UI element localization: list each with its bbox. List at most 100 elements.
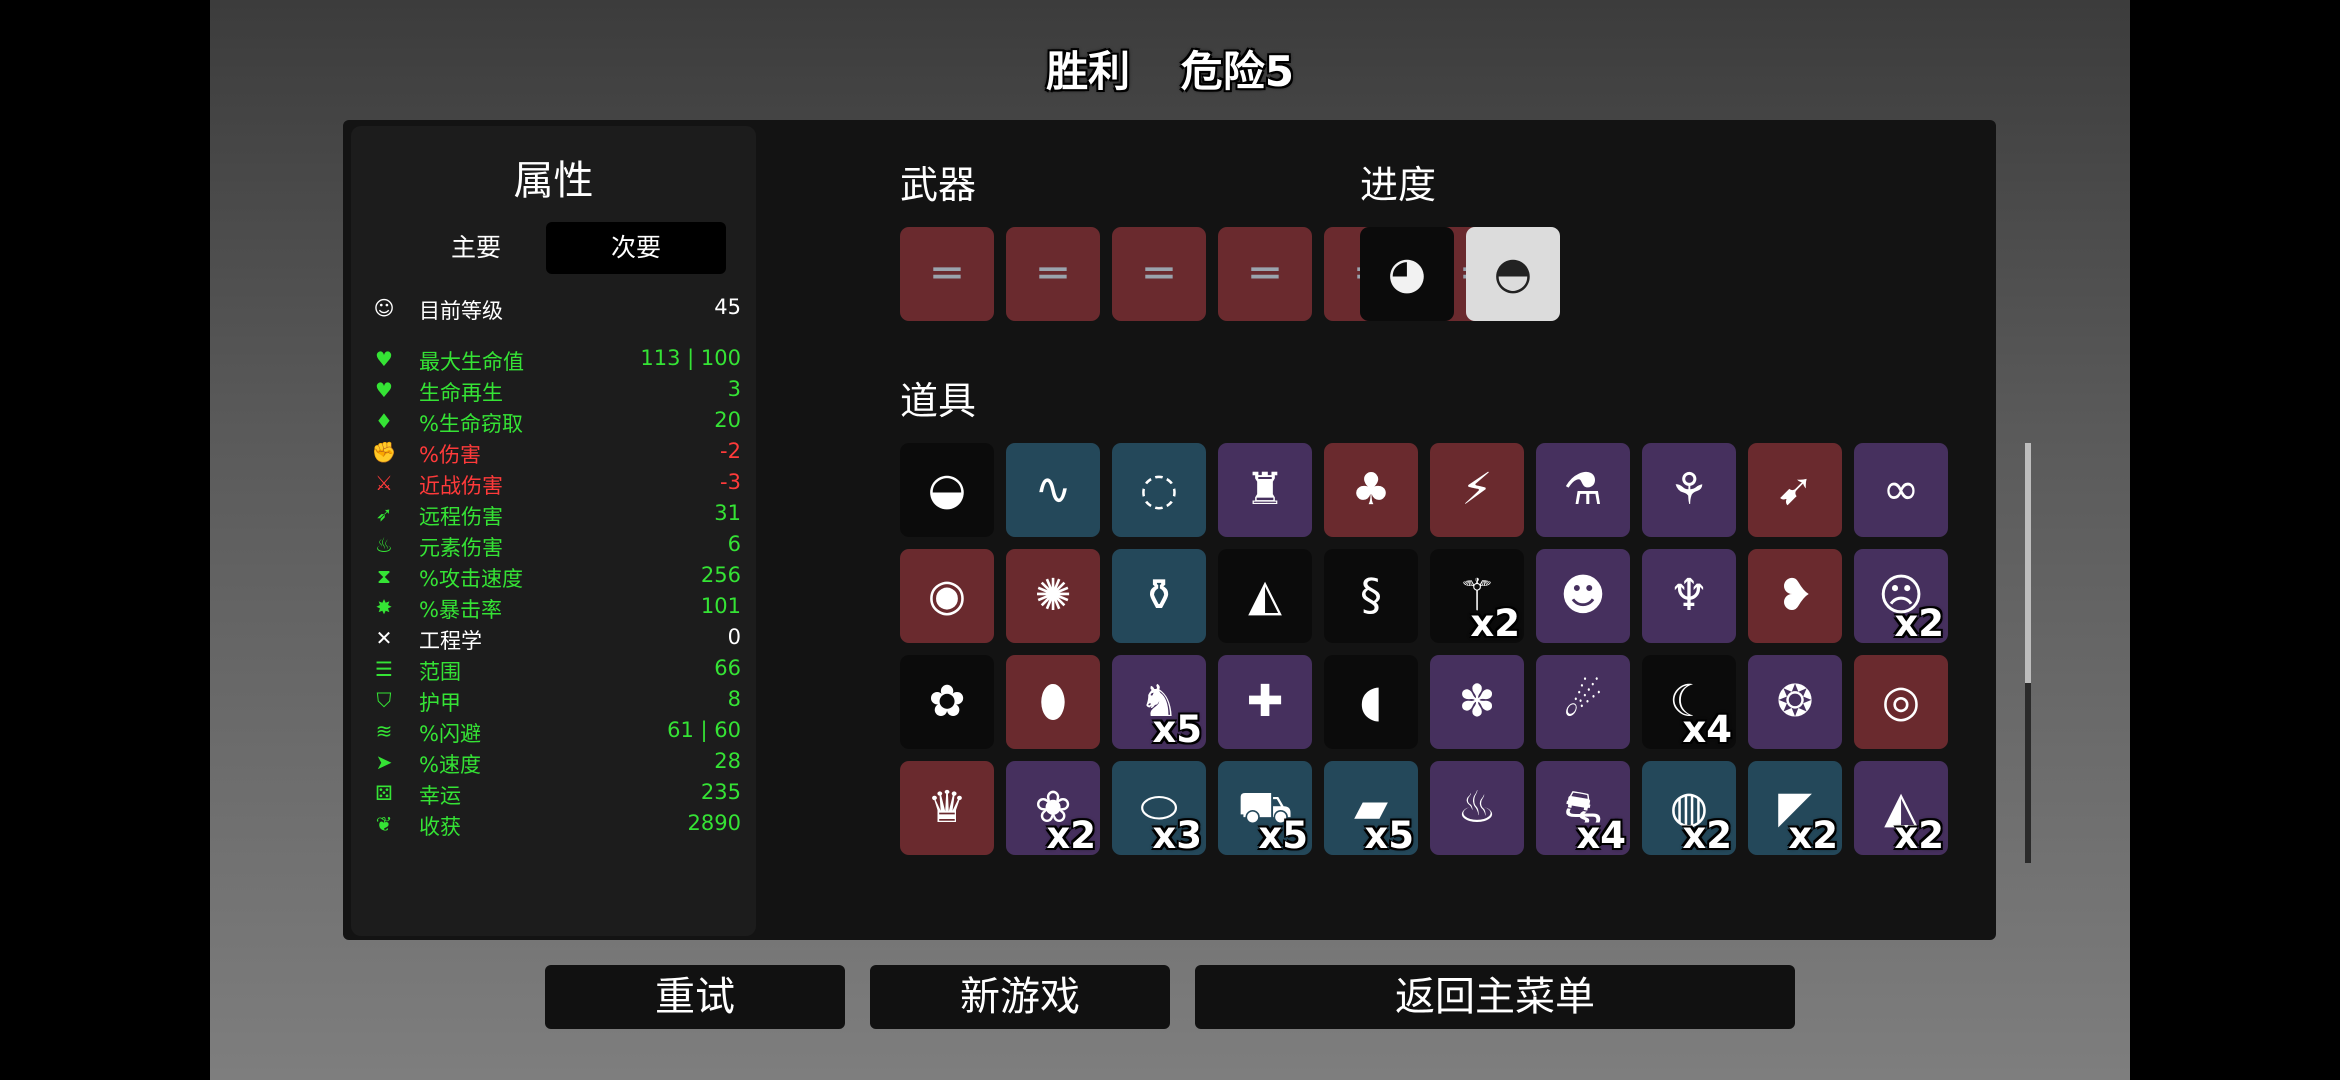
stat-label: %速度 [419,753,481,777]
stat-value: 66 [714,656,741,680]
item-slot[interactable]: ⚱ [1112,549,1206,643]
items-title: 道具 [900,379,977,423]
stat-value: 45 [714,295,741,319]
stat-value: 61 | 60 [667,718,741,742]
item-slot[interactable]: ═ [900,227,994,321]
item-slot[interactable]: ⛟ x5 [1218,761,1312,857]
item-slot[interactable]: ❥ [1748,549,1842,643]
heart-icon: ♥ [375,347,393,371]
item-slot[interactable]: ♞ x5 [1112,655,1206,751]
cake-slice-icon: ◭ [1248,570,1282,621]
scrollbar-thumb[interactable] [2025,443,2031,683]
new-game-button[interactable]: 新游戏 [870,965,1170,1029]
item-slot[interactable]: ◭ x2 [1854,761,1948,857]
stat-label: 生命再生 [419,381,503,405]
item-slot[interactable]: ☾ x4 [1642,655,1736,751]
item-slot[interactable]: ◓ [1466,227,1560,321]
fist-icon: ✊ [371,440,397,464]
item-slot[interactable]: ❀ x2 [1006,761,1100,857]
item-slot[interactable]: ◍ x2 [1642,761,1736,857]
item-slot[interactable]: ◌ [1112,443,1206,537]
item-slot[interactable]: ◒ [900,443,994,537]
stat-row: ⚄ 幸运 235 [371,777,741,808]
item-slot[interactable]: ☹ x2 [1854,549,1948,645]
stat-label: 目前等级 [419,299,503,323]
stomach-icon: ❥ [1776,570,1814,621]
item-slot[interactable]: ♆ [1642,549,1736,643]
stat-row: ⛉ 护甲 8 [371,684,742,715]
stat-label: %闪避 [419,722,481,746]
stat-row: ≋ %闪避 61 | 60 [371,715,741,746]
item-slot[interactable]: ⬮ [1006,655,1100,749]
item-slot[interactable]: ∿ [1006,443,1100,537]
item-slot[interactable]: ◎ [1854,655,1948,749]
item-slot[interactable]: ▰ x5 [1324,761,1418,857]
item-slot[interactable]: ➹ [1748,443,1842,537]
stat-row: ➤ %速度 28 [371,746,741,777]
item-slot[interactable]: ═ [1112,227,1206,321]
tab-primary[interactable]: 主要 [386,222,566,274]
item-slot[interactable]: ⚡ [1430,443,1524,537]
stat-row: ✊ %伤害 -2 [371,436,741,467]
item-slot[interactable]: ✚ [1218,655,1312,749]
stat-value: 256 [700,563,741,587]
spiked-orb-icon: ✺ [1034,570,1072,621]
bee-icon: ✿ [928,676,966,727]
item-slot[interactable]: ◭ [1218,549,1312,643]
crit-burst-icon: ✸ [375,595,393,619]
item-slot[interactable]: ✿ [900,655,994,749]
potion-bundle-icon: ⚗ [1563,464,1603,515]
tardigrade-icon: ❂ [1776,676,1814,727]
egg-face-icon: ☺ [373,296,395,320]
item-count: x4 [1682,708,1732,751]
item-slot[interactable]: ✺ [1006,549,1100,643]
double-barrel-shotgun-icon: ═ [933,248,961,299]
item-slot[interactable]: ⚚ x2 [1430,549,1524,645]
stat-value: 235 [700,780,741,804]
stat-row: ⚔ 近战伤害 -3 [371,467,741,498]
item-slot[interactable]: ◕ [1360,227,1454,321]
item-count: x4 [1576,814,1626,857]
flask-icon: ⚱ [1140,570,1178,621]
item-slot[interactable]: ♣ [1324,443,1418,537]
summary-panel: 属性 主要 次要 ☺ 目前等级 45 ♥ 最大生命值 113 | 100 ♥ 生命再生 3… [343,120,1996,940]
item-slot[interactable]: ♜ [1218,443,1312,537]
red-mouth-icon: ◖ [1359,676,1383,727]
handcuffs-icon: ∞ [1882,464,1920,515]
item-slot[interactable]: ◉ [900,549,994,643]
item-count: x2 [1894,814,1944,857]
stat-label: 元素伤害 [419,536,503,560]
stat-value: 3 [727,377,741,401]
item-slot[interactable]: ⚗ [1536,443,1630,537]
item-slot[interactable]: ♛ [900,761,994,855]
item-slot[interactable]: ⛐ x4 [1536,761,1630,857]
wheat-icon: ❦ [375,812,393,836]
item-slot[interactable]: ∞ [1854,443,1948,537]
result-label: 胜利 [1046,47,1131,96]
item-slot[interactable]: ═ [1006,227,1100,321]
item-slot[interactable]: ═ [1218,227,1312,321]
item-slot[interactable]: ✽ [1430,655,1524,749]
item-slot[interactable]: ☄ [1536,655,1630,749]
stat-label: 近战伤害 [419,474,503,498]
stat-label: 最大生命值 [419,350,524,374]
hourglass-icon: ⧗ [376,564,392,588]
stat-value: 28 [714,749,741,773]
item-slot[interactable]: ◖ [1324,655,1418,749]
retry-button[interactable]: 重试 [545,965,845,1029]
bow-icon: ➶ [375,502,393,526]
item-slot[interactable]: ♨ [1430,761,1524,855]
item-slot[interactable]: ☻ [1536,549,1630,643]
items-scrollbar[interactable] [2025,443,2031,863]
item-slot[interactable]: ❂ [1748,655,1842,749]
tab-secondary[interactable]: 次要 [546,222,726,274]
sword-syringe-icon: ⚡ [1461,464,1493,515]
item-slot[interactable]: ⬭ x3 [1112,761,1206,857]
item-slot[interactable]: § [1324,549,1418,643]
stat-row: ➶ 远程伤害 31 [371,498,741,529]
item-slot[interactable]: ◤ x2 [1748,761,1842,857]
main-menu-button[interactable]: 返回主菜单 [1195,965,1795,1029]
gold-coin-icon: ◎ [1881,676,1921,727]
item-slot[interactable]: ⚘ [1642,443,1736,537]
character-mustache-egg-icon: ◕ [1387,248,1427,299]
